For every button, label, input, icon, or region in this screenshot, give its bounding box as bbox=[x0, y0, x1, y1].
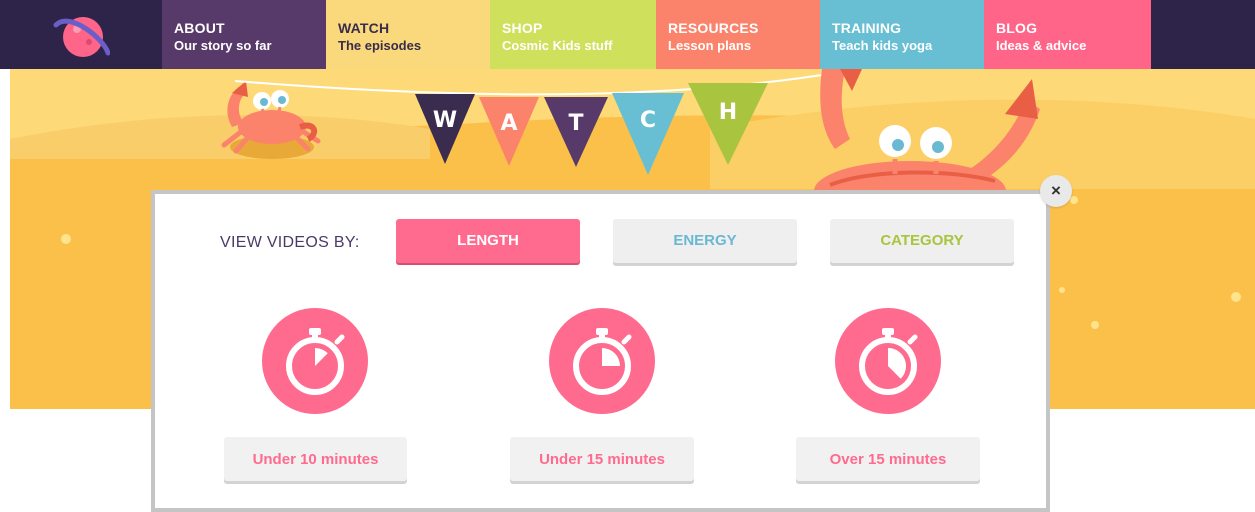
nav-item-title: SHOP bbox=[502, 20, 543, 36]
view-videos-by-label: VIEW VIDEOS BY: bbox=[220, 234, 360, 251]
filter-tab-label: ENERGY bbox=[673, 232, 737, 249]
nav-item-title: WATCH bbox=[338, 20, 390, 36]
stopwatch-icon[interactable] bbox=[262, 308, 368, 414]
filter-length-tab[interactable]: LENGTH bbox=[396, 219, 580, 263]
filter-category-tab[interactable]: CATEGORY bbox=[830, 219, 1014, 263]
nav-item-blog[interactable]: BLOG Ideas & advice bbox=[984, 0, 1151, 69]
filter-tab-label: LENGTH bbox=[457, 232, 519, 249]
stopwatch-icon[interactable] bbox=[549, 308, 655, 414]
bunting-letter: W bbox=[433, 108, 457, 133]
nav-item-about[interactable]: ABOUT Our story so far bbox=[162, 0, 326, 69]
filter-tab-label: CATEGORY bbox=[880, 232, 964, 249]
planet-logo-icon[interactable] bbox=[52, 9, 111, 61]
under-10-minutes-button[interactable]: Under 10 minutes bbox=[224, 437, 407, 481]
under-15-minutes-button[interactable]: Under 15 minutes bbox=[510, 437, 694, 481]
nav-item-title: TRAINING bbox=[832, 20, 902, 36]
nav-item-shop[interactable]: SHOP Cosmic Kids stuff bbox=[490, 0, 656, 69]
nav-item-title: BLOG bbox=[996, 20, 1038, 36]
nav-item-title: ABOUT bbox=[174, 20, 225, 36]
close-modal-button[interactable]: × bbox=[1040, 175, 1072, 207]
nav-item-subtitle: Cosmic Kids stuff bbox=[502, 38, 613, 53]
bunting-letter: C bbox=[640, 108, 656, 133]
filter-energy-tab[interactable]: ENERGY bbox=[613, 219, 797, 263]
top-navigation: ABOUT Our story so far WATCH The episode… bbox=[0, 0, 1255, 69]
bunting-letter: A bbox=[500, 111, 517, 136]
nav-item-subtitle: Our story so far bbox=[174, 38, 272, 53]
bunting-letter: T bbox=[568, 111, 583, 136]
nav-item-title: RESOURCES bbox=[668, 20, 759, 36]
over-15-minutes-button[interactable]: Over 15 minutes bbox=[796, 437, 980, 481]
nav-item-subtitle: Lesson plans bbox=[668, 38, 752, 53]
nav-item-subtitle: Ideas & advice bbox=[996, 38, 1087, 53]
nav-item-subtitle: The episodes bbox=[338, 38, 422, 53]
bunting-letter: H bbox=[719, 100, 737, 125]
nav-item-training[interactable]: TRAINING Teach kids yoga bbox=[820, 0, 984, 69]
nav-item-resources[interactable]: RESOURCES Lesson plans bbox=[656, 0, 820, 69]
stopwatch-icon[interactable] bbox=[835, 308, 941, 414]
nav-item-subtitle: Teach kids yoga bbox=[832, 38, 933, 53]
nav-item-watch[interactable]: WATCH The episodes bbox=[326, 0, 490, 69]
